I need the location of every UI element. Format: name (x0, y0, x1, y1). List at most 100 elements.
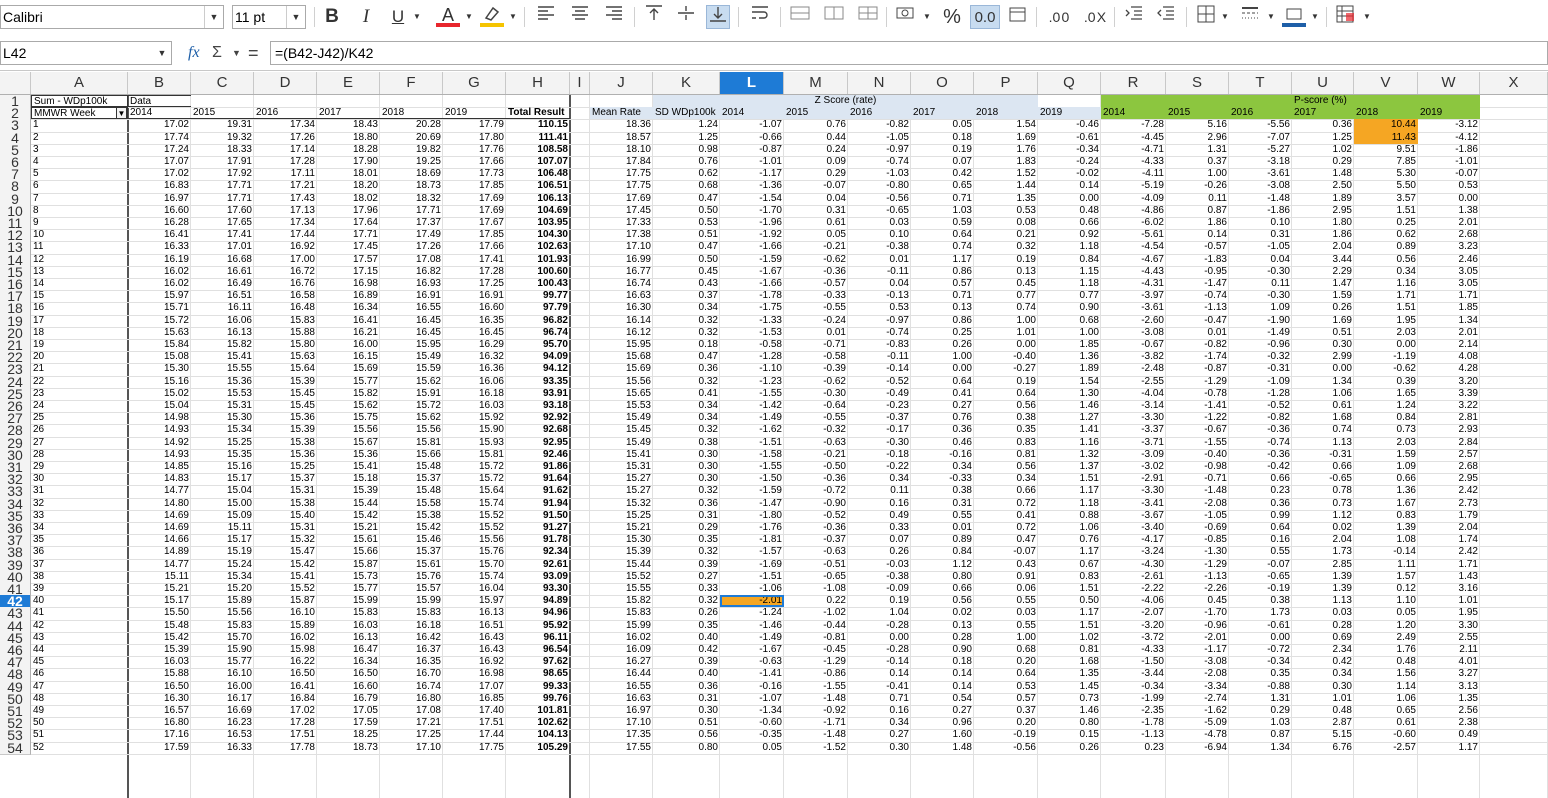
cell-o16[interactable]: 0.57 (911, 278, 974, 290)
cell-v15[interactable]: 0.34 (1354, 266, 1418, 278)
cell-o5[interactable]: 0.19 (911, 144, 974, 156)
bold-icon[interactable]: B (320, 5, 344, 29)
cell-b35[interactable]: 14.69 (128, 510, 191, 522)
cell-e45[interactable]: 16.13 (317, 632, 380, 644)
cell-p47[interactable]: 0.20 (974, 656, 1038, 668)
cell-v38[interactable]: -0.14 (1354, 546, 1418, 558)
cell-a3[interactable]: 1 (31, 119, 128, 131)
cell-g43[interactable]: 16.13 (443, 607, 506, 619)
cell-f11[interactable]: 17.37 (380, 217, 443, 229)
cell-k49[interactable]: 0.36 (653, 681, 720, 693)
cell-t25[interactable]: -1.28 (1229, 388, 1292, 400)
cell-r42[interactable]: -4.06 (1101, 595, 1166, 607)
sum-icon[interactable]: Σ (212, 42, 222, 64)
chevron-down-icon[interactable]: ▼ (204, 6, 223, 28)
cell-v28[interactable]: 0.73 (1354, 424, 1418, 436)
cell-k26[interactable]: 0.34 (653, 400, 720, 412)
cell-c9[interactable]: 17.71 (191, 193, 254, 205)
cell-j43[interactable]: 15.83 (590, 607, 653, 619)
cell-s39[interactable]: -1.29 (1166, 559, 1229, 571)
row-header-18[interactable]: 18 (0, 302, 31, 316)
cell-c46[interactable]: 15.90 (191, 644, 254, 656)
cell-e7[interactable]: 18.01 (317, 168, 380, 180)
cell-o18[interactable]: 0.13 (911, 302, 974, 314)
cell-e44[interactable]: 16.03 (317, 620, 380, 632)
cell-v42[interactable]: 1.10 (1354, 595, 1418, 607)
cell-h25[interactable]: 93.91 (506, 388, 570, 400)
cell-w50[interactable]: 1.35 (1418, 693, 1480, 705)
cell-p43[interactable]: 0.03 (974, 607, 1038, 619)
cell-n25[interactable]: -0.49 (848, 388, 911, 400)
cell-j2[interactable]: Mean Rate (590, 107, 653, 120)
cell-h17[interactable]: 99.77 (506, 290, 570, 302)
cell-m35[interactable]: -0.52 (784, 510, 848, 522)
cell-a25[interactable]: 23 (31, 388, 128, 400)
cell-year-2017[interactable]: 2017 (317, 107, 380, 120)
chevron-down-icon[interactable]: ▼ (153, 42, 171, 64)
cell-z-year-2019[interactable]: 2019 (1038, 107, 1101, 120)
cell-c16[interactable]: 16.49 (191, 278, 254, 290)
cell-v49[interactable]: 1.14 (1354, 681, 1418, 693)
cell-n19[interactable]: -0.97 (848, 315, 911, 327)
cell-g39[interactable]: 15.70 (443, 559, 506, 571)
cell-s22[interactable]: -1.74 (1166, 351, 1229, 363)
chevron-down-icon[interactable]: ▼ (412, 5, 422, 29)
cell-m28[interactable]: -0.32 (784, 424, 848, 436)
cell-w18[interactable]: 1.85 (1418, 302, 1480, 314)
cell-f32[interactable]: 15.37 (380, 473, 443, 485)
column-header-m[interactable]: M (784, 72, 848, 94)
cell-g29[interactable]: 15.93 (443, 437, 506, 449)
cell-s43[interactable]: -1.70 (1166, 607, 1229, 619)
cell-d50[interactable]: 16.84 (254, 693, 317, 705)
cell-h45[interactable]: 96.11 (506, 632, 570, 644)
cell-n8[interactable]: -0.80 (848, 180, 911, 192)
cell-a54[interactable]: 52 (31, 742, 128, 754)
cell-r38[interactable]: -3.24 (1101, 546, 1166, 558)
cell-g15[interactable]: 17.28 (443, 266, 506, 278)
cell-c25[interactable]: 15.53 (191, 388, 254, 400)
cell-u51[interactable]: 0.48 (1292, 705, 1354, 717)
cell-d32[interactable]: 15.37 (254, 473, 317, 485)
cell-u34[interactable]: 0.73 (1292, 498, 1354, 510)
cell-w54[interactable]: 1.17 (1418, 742, 1480, 754)
cell-r26[interactable]: -3.14 (1101, 400, 1166, 412)
cell-o10[interactable]: 1.03 (911, 205, 974, 217)
cell-l44[interactable]: -1.46 (720, 620, 784, 632)
cell-h36[interactable]: 91.27 (506, 522, 570, 534)
column-header-n[interactable]: N (848, 72, 911, 94)
cell-r43[interactable]: -2.07 (1101, 607, 1166, 619)
cell-n32[interactable]: 0.34 (848, 473, 911, 485)
cell-b6[interactable]: 17.07 (128, 156, 191, 168)
cell-v17[interactable]: 1.71 (1354, 290, 1418, 302)
cell-j28[interactable]: 15.45 (590, 424, 653, 436)
cell-c17[interactable]: 16.51 (191, 290, 254, 302)
cell-e34[interactable]: 15.44 (317, 498, 380, 510)
cell-e46[interactable]: 16.47 (317, 644, 380, 656)
cell-n6[interactable]: -0.74 (848, 156, 911, 168)
cell-u50[interactable]: 1.01 (1292, 693, 1354, 705)
cell-q35[interactable]: 0.88 (1038, 510, 1101, 522)
cell-c44[interactable]: 15.83 (191, 620, 254, 632)
cell-j49[interactable]: 16.55 (590, 681, 653, 693)
cell-u29[interactable]: 1.13 (1292, 437, 1354, 449)
cell-j21[interactable]: 15.95 (590, 339, 653, 351)
cell-t47[interactable]: -0.34 (1229, 656, 1292, 668)
cell-q51[interactable]: 1.46 (1038, 705, 1101, 717)
column-header-h[interactable]: H (506, 72, 570, 94)
cell-h44[interactable]: 95.92 (506, 620, 570, 632)
cell-r48[interactable]: -3.44 (1101, 668, 1166, 680)
cell-d42[interactable]: 15.87 (254, 595, 317, 607)
cell-j38[interactable]: 15.39 (590, 546, 653, 558)
cell-m23[interactable]: -0.39 (784, 363, 848, 375)
row-header-10[interactable]: 10 (0, 204, 31, 218)
cell-f27[interactable]: 15.62 (380, 412, 443, 424)
cell-year-2016[interactable]: 2016 (254, 107, 317, 120)
cell-p30[interactable]: 0.81 (974, 449, 1038, 461)
cell-t49[interactable]: -0.88 (1229, 681, 1292, 693)
cell-w34[interactable]: 2.73 (1418, 498, 1480, 510)
cell-f25[interactable]: 15.91 (380, 388, 443, 400)
cell-t43[interactable]: 1.73 (1229, 607, 1292, 619)
cell-u47[interactable]: 0.42 (1292, 656, 1354, 668)
cell-q25[interactable]: 1.30 (1038, 388, 1101, 400)
cell-k14[interactable]: 0.50 (653, 254, 720, 266)
